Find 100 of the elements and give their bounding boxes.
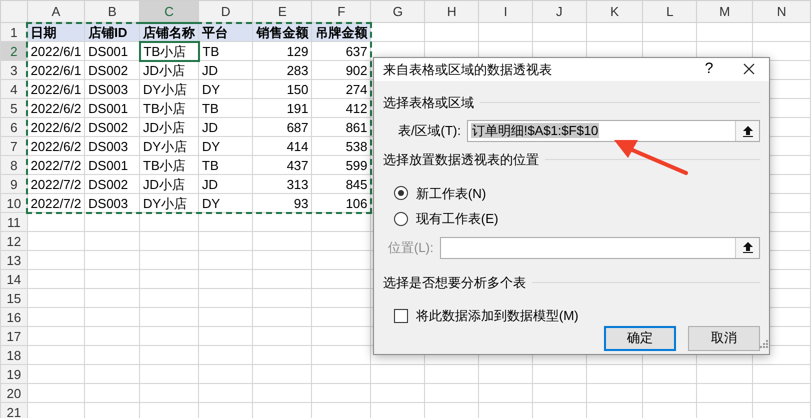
row-header[interactable]: 18 xyxy=(0,346,28,364)
table-cell: 437 xyxy=(252,156,312,174)
help-button[interactable]: ? xyxy=(689,58,729,80)
column-header[interactable]: C xyxy=(140,0,199,22)
table-cell: DY xyxy=(198,80,253,98)
row-header[interactable]: 6 xyxy=(0,118,28,136)
radio-button[interactable] xyxy=(394,186,408,200)
table-cell: DY xyxy=(198,136,253,156)
row-header[interactable]: 14 xyxy=(0,270,28,288)
radio-button[interactable] xyxy=(394,212,408,226)
collapse-dialog-button[interactable] xyxy=(735,121,759,141)
column-header[interactable]: D xyxy=(198,0,253,22)
row-header[interactable]: 21 xyxy=(0,402,28,418)
table-cell: 2022/7/2 xyxy=(27,156,85,174)
collapse-dialog-button[interactable] xyxy=(735,238,759,258)
table-cell: 274 xyxy=(312,80,371,98)
radio-label[interactable]: 现有工作表(E) xyxy=(416,209,498,228)
column-header[interactable]: F xyxy=(312,0,371,22)
column-header[interactable]: M xyxy=(696,0,753,22)
table-cell: 129 xyxy=(252,42,312,60)
table-cell: TB小店 xyxy=(140,156,199,174)
table-cell: 313 xyxy=(252,174,312,194)
table-cell: 销售金额 xyxy=(252,22,312,42)
table-cell: 845 xyxy=(312,174,371,194)
row-header[interactable]: 16 xyxy=(0,308,28,326)
row-header[interactable]: 15 xyxy=(0,288,28,308)
column-header[interactable]: A xyxy=(27,0,85,22)
table-cell: DS003 xyxy=(84,80,140,98)
row-header[interactable]: 7 xyxy=(0,136,28,156)
column-header[interactable]: E xyxy=(252,0,312,22)
table-cell: JD xyxy=(198,60,253,80)
table-cell: 150 xyxy=(252,80,312,98)
table-cell: 2022/6/1 xyxy=(27,42,85,60)
table-cell: 2022/6/1 xyxy=(27,80,85,98)
column-header[interactable]: H xyxy=(424,0,479,22)
column-header[interactable]: I xyxy=(478,0,532,22)
ok-button[interactable]: 确定 xyxy=(604,326,676,350)
row-header[interactable]: 19 xyxy=(0,364,28,384)
table-cell: 687 xyxy=(252,118,312,136)
table-cell: JD小店 xyxy=(140,118,199,136)
table-cell: DY小店 xyxy=(140,80,199,98)
range-field[interactable] xyxy=(440,236,760,258)
checkbox-label[interactable]: 将此数据添加到数据模型(M) xyxy=(416,306,578,326)
row-header[interactable]: 9 xyxy=(0,174,28,194)
checkbox[interactable] xyxy=(394,308,408,323)
table-cell: 店铺ID xyxy=(84,22,140,42)
table-cell: DS002 xyxy=(84,60,140,80)
column-header[interactable]: J xyxy=(532,0,586,22)
row-header[interactable]: 12 xyxy=(0,232,28,250)
row-header[interactable]: 3 xyxy=(0,60,28,80)
column-header[interactable]: K xyxy=(586,0,643,22)
table-cell: DY小店 xyxy=(140,136,199,156)
row-header[interactable]: 20 xyxy=(0,384,28,402)
row-header[interactable]: 17 xyxy=(0,326,28,346)
table-cell: 538 xyxy=(312,136,371,156)
table-cell: DS002 xyxy=(84,118,140,136)
table-cell: DS001 xyxy=(84,98,140,118)
table-cell: 106 xyxy=(312,194,371,212)
row-header[interactable]: 10 xyxy=(0,194,28,212)
cancel-button[interactable]: 取消 xyxy=(688,326,760,350)
table-cell: JD xyxy=(198,118,253,136)
row-header[interactable]: 11 xyxy=(0,212,28,232)
table-cell: 2022/6/2 xyxy=(27,136,85,156)
table-cell: 2022/7/2 xyxy=(27,174,85,194)
section-heading: 选择是否想要分析多个表 xyxy=(383,274,526,292)
table-cell: TB xyxy=(198,98,253,118)
table-cell: 吊牌金额 xyxy=(312,22,371,42)
column-header[interactable]: G xyxy=(370,0,425,22)
resize-grip-icon[interactable] xyxy=(760,340,768,348)
column-header[interactable]: L xyxy=(642,0,697,22)
table-cell: TB小店 xyxy=(140,98,199,118)
table-cell: DS003 xyxy=(84,194,140,212)
table-cell: DS001 xyxy=(84,156,140,174)
upload-arrow-icon xyxy=(742,126,752,136)
column-header[interactable]: B xyxy=(84,0,140,22)
row-header[interactable]: 5 xyxy=(0,98,28,118)
field-label: 表/区域(T): xyxy=(398,122,461,140)
range-field[interactable]: 订单明细!$A$1:$F$10 xyxy=(466,120,760,142)
upload-arrow-icon xyxy=(742,242,752,253)
table-cell: 平台 xyxy=(198,22,253,42)
close-icon[interactable] xyxy=(743,63,755,76)
row-header[interactable]: 8 xyxy=(0,156,28,174)
row-header[interactable]: 13 xyxy=(0,250,28,270)
row-header[interactable]: 4 xyxy=(0,80,28,98)
table-cell: TB xyxy=(198,156,253,174)
table-cell: 2022/6/2 xyxy=(27,98,85,118)
table-cell: DY小店 xyxy=(140,194,199,212)
row-header[interactable]: 2 xyxy=(0,42,28,60)
table-cell: 283 xyxy=(252,60,312,80)
table-cell: 412 xyxy=(312,98,371,118)
table-cell: 93 xyxy=(252,194,312,212)
table-cell: TB xyxy=(198,42,253,60)
column-header[interactable]: N xyxy=(752,0,810,22)
table-cell: DS002 xyxy=(84,174,140,194)
table-cell: 2022/6/1 xyxy=(27,60,85,80)
table-cell: JD小店 xyxy=(140,174,199,194)
radio-label[interactable]: 新工作表(N) xyxy=(416,184,486,203)
table-cell: JD小店 xyxy=(140,60,199,80)
row-header[interactable]: 1 xyxy=(0,22,28,42)
dialog-title: 来自表格或区域的数据透视表 xyxy=(383,60,553,78)
